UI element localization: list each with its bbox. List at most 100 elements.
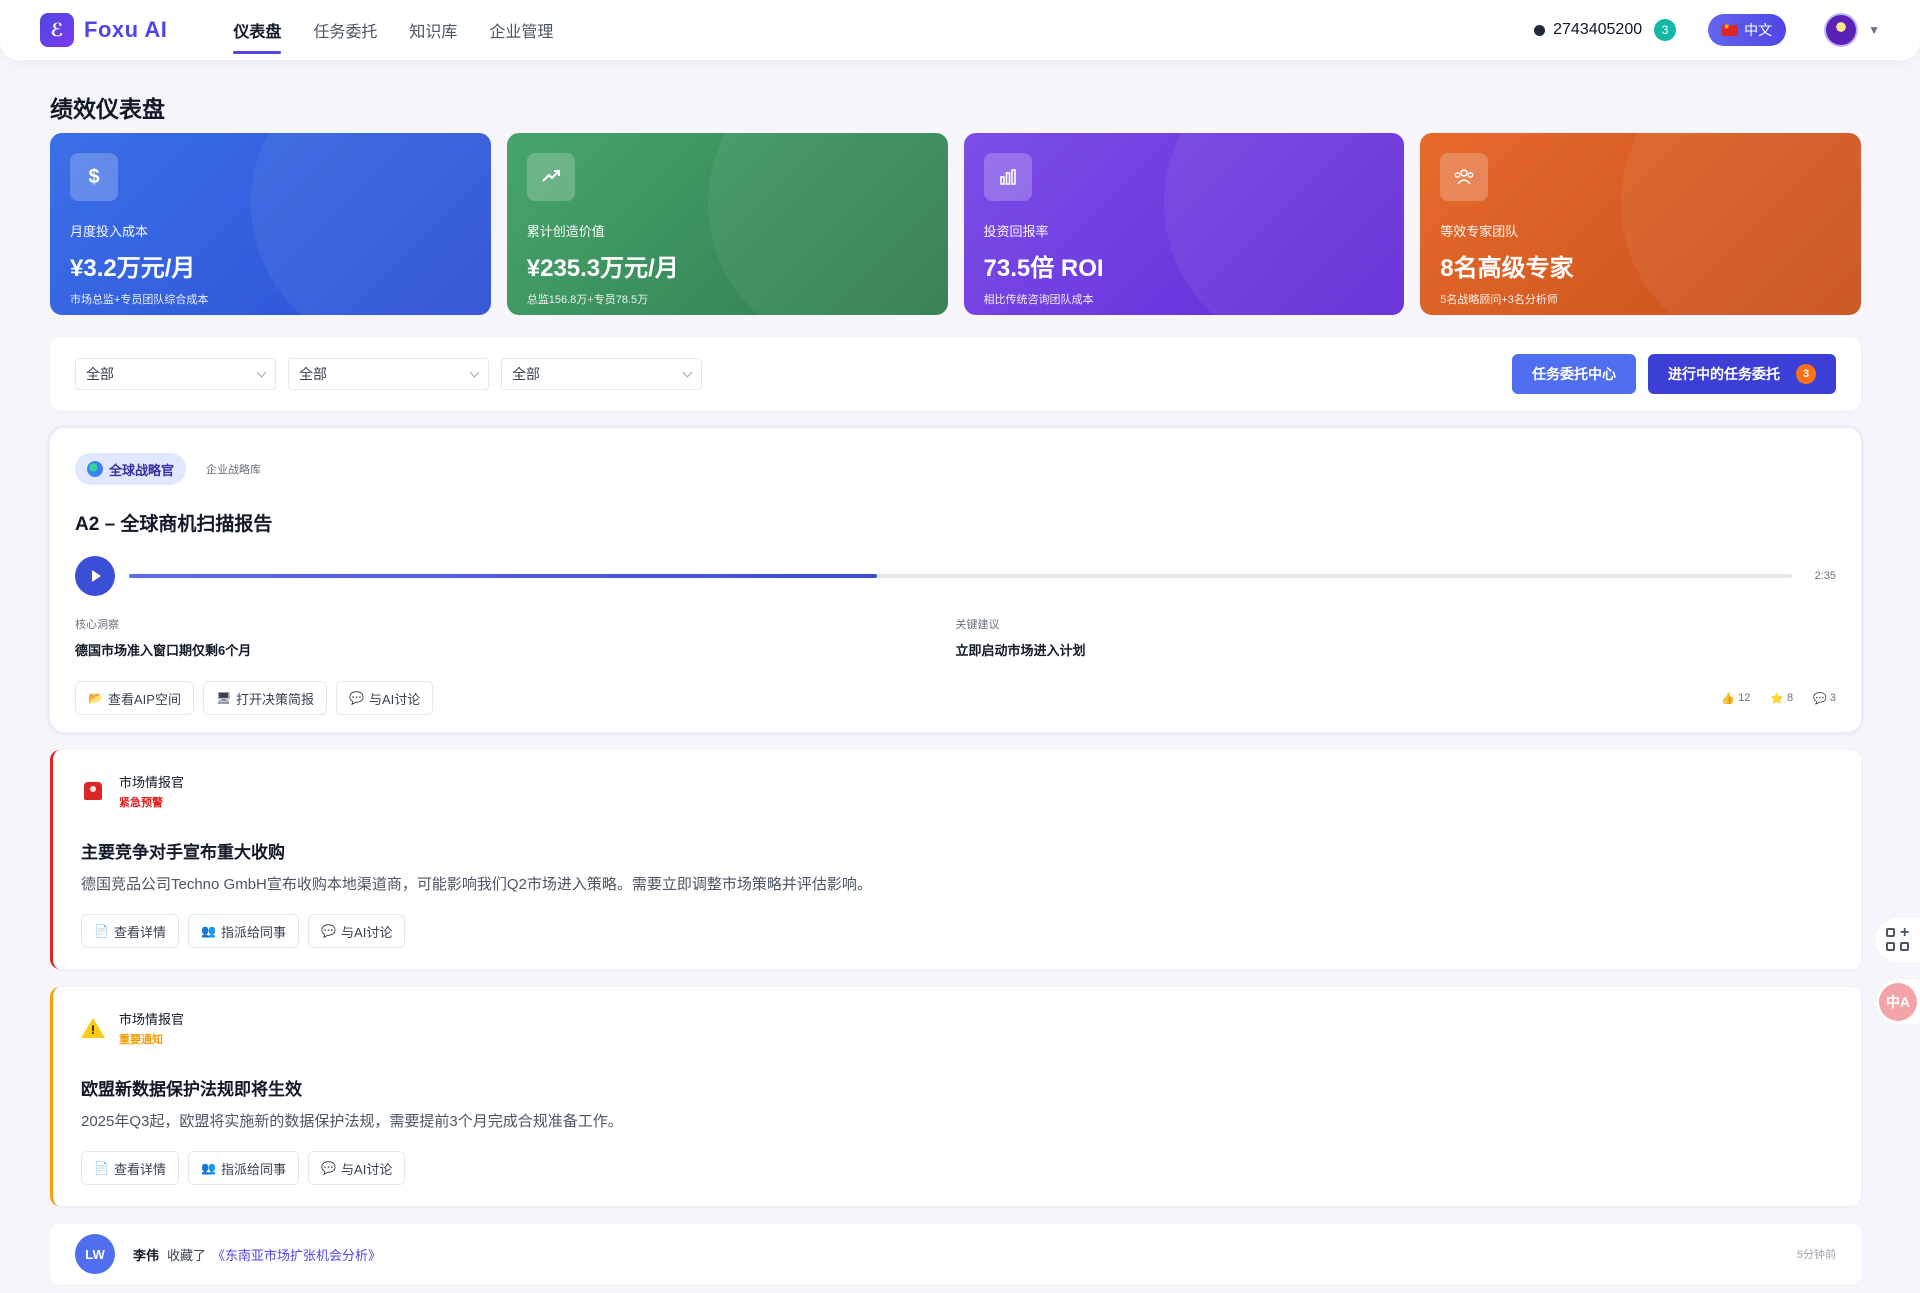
- page-title: 绩效仪表盘: [50, 96, 165, 122]
- stat-label: 累计创造价值: [526, 224, 605, 239]
- top-header: ℰ Foxu AI 仪表盘 任务委托 知识库 企业管理 2743405200 3…: [0, 0, 1920, 60]
- assign-colleague-button[interactable]: 👥 指派给同事: [188, 1151, 300, 1185]
- duration: 2:35: [1814, 570, 1836, 582]
- stat-label: 月度投入成本: [70, 224, 149, 239]
- language-label: 中文: [1744, 22, 1773, 38]
- tag-row: 全球战略官 企业战略库: [75, 453, 1836, 485]
- button-label: 查看AIP空间: [108, 691, 181, 707]
- alert-head: 市场情报官 紧急预警: [81, 772, 1833, 810]
- stat-card-monthly-cost: $ 月度投入成本 ¥3.2万元/月 市场总监+专员团队综合成本: [50, 133, 491, 315]
- nav-task-delegation[interactable]: 任务委托: [297, 0, 393, 60]
- chat-bubble-icon: 💬: [348, 691, 364, 705]
- star-icon: ⭐: [1770, 692, 1785, 705]
- logo[interactable]: ℰ Foxu AI: [40, 13, 167, 47]
- logo-icon: ℰ: [40, 13, 74, 47]
- comments[interactable]: 💬 3: [1813, 692, 1836, 705]
- alert-title: 欧盟新数据保护法规即将生效: [81, 1080, 302, 1099]
- stat-card-cumulative-value: 累计创造价值 ¥235.3万元/月 总监156.8万+专员78.5万: [506, 133, 948, 315]
- engagement-stats: 👍 12 ⭐ 8 💬 3: [1721, 692, 1836, 705]
- chat-bubble-icon: 💬: [321, 1161, 336, 1175]
- main-nav: 仪表盘 任务委托 知识库 企业管理: [217, 0, 569, 60]
- alert-description: 德国竞品公司Techno GmbH宣布收购本地渠道商，可能影响我们Q2市场进入策…: [81, 876, 872, 893]
- apps-button[interactable]: +: [1876, 918, 1920, 962]
- play-icon: [92, 570, 101, 582]
- nav-enterprise-management[interactable]: 企业管理: [473, 0, 569, 60]
- bar-chart-icon: [983, 153, 1032, 201]
- alert-level: 紧急预警: [119, 797, 163, 809]
- activity-verb: 收藏了: [167, 1247, 207, 1263]
- stat-cards: $ 月度投入成本 ¥3.2万元/月 市场总监+专员团队综合成本 累计创造价值 ¥…: [50, 133, 1861, 315]
- in-progress-count-badge: 3: [1796, 364, 1816, 384]
- alert-title: 主要竞争对手宣布重大收购: [81, 843, 285, 862]
- nav-dashboard[interactable]: 仪表盘: [217, 0, 297, 60]
- document-icon: 📄: [94, 1161, 109, 1175]
- alert-card-urgent: 市场情报官 紧急预警 主要竞争对手宣布重大收购 德国竞品公司Techno Gmb…: [50, 750, 1861, 969]
- assign-colleague-button[interactable]: 👥 指派给同事: [188, 914, 300, 948]
- caret-down-icon[interactable]: ▼: [1868, 23, 1880, 37]
- apps-grid-icon: +: [1886, 924, 1910, 952]
- activity-user: 李伟: [133, 1247, 160, 1263]
- alert-head: 市场情报官 重要通知: [81, 1009, 1833, 1047]
- in-progress-tasks-button[interactable]: 进行中的任务委托 3: [1648, 354, 1836, 394]
- core-insight: 核心洞察 德国市场准入窗口期仅剩6个月: [75, 616, 956, 659]
- discuss-with-ai-button[interactable]: 💬 与AI讨论: [308, 914, 406, 948]
- stat-value: ¥235.3万元/月: [526, 255, 679, 282]
- play-button[interactable]: [75, 556, 115, 596]
- filter-select-1[interactable]: 全部: [75, 358, 276, 390]
- view-details-button[interactable]: 📄 查看详情: [81, 1151, 180, 1185]
- alert-actions: 📄 查看详情 👥 指派给同事 💬 与AI讨论: [81, 914, 1833, 948]
- discuss-with-ai-button[interactable]: 💬 与AI讨论: [335, 681, 434, 715]
- translate-button[interactable]: 中A: [1876, 980, 1920, 1024]
- report-actions: 📂 查看AIP空间 🖥 打开决策简报 💬 与AI讨论 👍 12 ⭐ 8 💬 3: [75, 681, 1836, 715]
- trend-up-icon: [526, 153, 575, 201]
- button-label: 打开决策简报: [235, 691, 314, 707]
- stat-value: 73.5倍 ROI: [983, 255, 1104, 282]
- progress-track[interactable]: [129, 574, 1792, 578]
- insight-label: 核心洞察: [75, 619, 119, 631]
- dollar-icon: $: [70, 153, 118, 201]
- filter-select-2[interactable]: 全部: [288, 358, 489, 390]
- status-dot-icon: [1534, 24, 1546, 36]
- report-card: 全球战略官 企业战略库 A2 – 全球商机扫描报告 2:35 核心洞察 德国市场…: [50, 428, 1861, 732]
- language-button[interactable]: 中文: [1708, 14, 1787, 46]
- chevron-down-icon: [256, 367, 267, 377]
- alert-meta: 市场情报官 重要通知: [119, 1009, 184, 1047]
- strategist-tag[interactable]: 全球战略官: [75, 453, 187, 485]
- china-flag-icon: [1722, 22, 1739, 36]
- stat-sub: 相比传统咨询团队成本: [983, 294, 1094, 306]
- view-details-button[interactable]: 📄 查看详情: [81, 914, 180, 948]
- tag-label: 全球战略官: [109, 462, 175, 478]
- activity-item: LW 李伟 收藏了 《东南亚市场扩张机会分析》 5分钟前: [50, 1224, 1861, 1284]
- stars[interactable]: ⭐ 8: [1770, 692, 1793, 705]
- stat-card-roi: 投资回报率 73.5倍 ROI 相比传统咨询团队成本: [963, 133, 1405, 315]
- avatar[interactable]: LW: [75, 1234, 115, 1274]
- audio-player: 2:35: [75, 556, 1836, 596]
- filter-select-3[interactable]: 全部: [501, 358, 702, 390]
- button-label: 与AI讨论: [341, 1161, 393, 1177]
- activity-link[interactable]: 《东南亚市场扩张机会分析》: [212, 1245, 381, 1264]
- nav-knowledge-base[interactable]: 知识库: [393, 0, 473, 60]
- button-label: 查看详情: [114, 924, 167, 940]
- likes-count: 12: [1738, 692, 1751, 704]
- open-briefing-button[interactable]: 🖥 打开决策简报: [202, 681, 327, 715]
- stat-label: 投资回报率: [983, 224, 1049, 239]
- view-aip-space-button[interactable]: 📂 查看AIP空间: [75, 681, 194, 715]
- stat-sub: 市场总监+专员团队综合成本: [70, 294, 209, 306]
- alert-source: 市场情报官: [119, 1012, 185, 1027]
- user-avatar[interactable]: [1824, 13, 1859, 47]
- notification-badge[interactable]: 3: [1654, 19, 1677, 41]
- chevron-down-icon: [682, 367, 693, 377]
- chevron-down-icon: [469, 367, 480, 377]
- library-tag: 企业战略库: [206, 464, 262, 476]
- in-progress-label: 进行中的任务委托: [1668, 366, 1780, 382]
- account-id: 2743405200: [1553, 21, 1643, 38]
- discuss-with-ai-button[interactable]: 💬 与AI讨论: [308, 1151, 406, 1185]
- document-icon: 📄: [94, 924, 109, 938]
- likes[interactable]: 👍 12: [1721, 692, 1750, 705]
- task-center-button[interactable]: 任务委托中心: [1512, 354, 1636, 394]
- warning-icon: [81, 1016, 105, 1040]
- comment-icon: 💬: [1813, 692, 1827, 705]
- advice-label: 关键建议: [955, 619, 1000, 631]
- account-info[interactable]: 2743405200 3: [1534, 19, 1677, 41]
- filter-bar: 全部 全部 全部 任务委托中心 进行中的任务委托 3: [50, 337, 1861, 411]
